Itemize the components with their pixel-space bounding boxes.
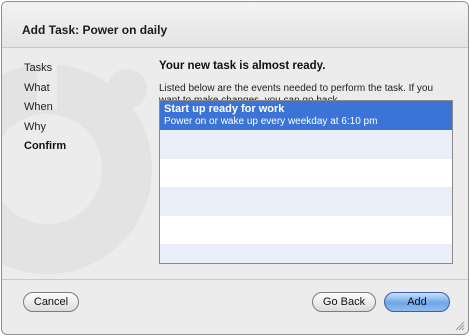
step-what: What bbox=[24, 81, 50, 94]
cancel-button[interactable]: Cancel bbox=[23, 292, 79, 312]
empty-row bbox=[160, 159, 452, 188]
add-task-window: Add Task: Power on daily Tasks What When… bbox=[1, 1, 469, 335]
footer-divider bbox=[2, 279, 468, 280]
event-description: Power on or wake up every weekday at 6:1… bbox=[164, 116, 378, 127]
go-back-button[interactable]: Go Back bbox=[312, 292, 376, 312]
empty-row bbox=[160, 187, 452, 216]
empty-row bbox=[160, 130, 452, 159]
empty-row bbox=[160, 244, 452, 263]
list-item[interactable]: Start up ready for work Power on or wake… bbox=[160, 101, 452, 130]
steps-sidebar: Tasks What When Why Confirm bbox=[24, 59, 134, 157]
events-list[interactable]: Start up ready for work Power on or wake… bbox=[159, 100, 453, 264]
step-why: Why bbox=[24, 120, 46, 133]
step-when: When bbox=[24, 101, 53, 113]
step-tasks: Tasks bbox=[24, 62, 53, 74]
event-title: Start up ready for work bbox=[164, 103, 285, 115]
resize-grip-icon[interactable] bbox=[455, 321, 465, 331]
assistant-content: Tasks What When Why Confirm Your new tas… bbox=[2, 49, 468, 279]
add-button[interactable]: Add bbox=[384, 292, 450, 312]
panel-heading: Your new task is almost ready. bbox=[159, 60, 326, 72]
window-title: Add Task: Power on daily bbox=[22, 23, 168, 37]
step-confirm: Confirm bbox=[24, 140, 67, 152]
empty-row bbox=[160, 216, 452, 245]
title-bar: Add Task: Power on daily bbox=[2, 2, 468, 48]
